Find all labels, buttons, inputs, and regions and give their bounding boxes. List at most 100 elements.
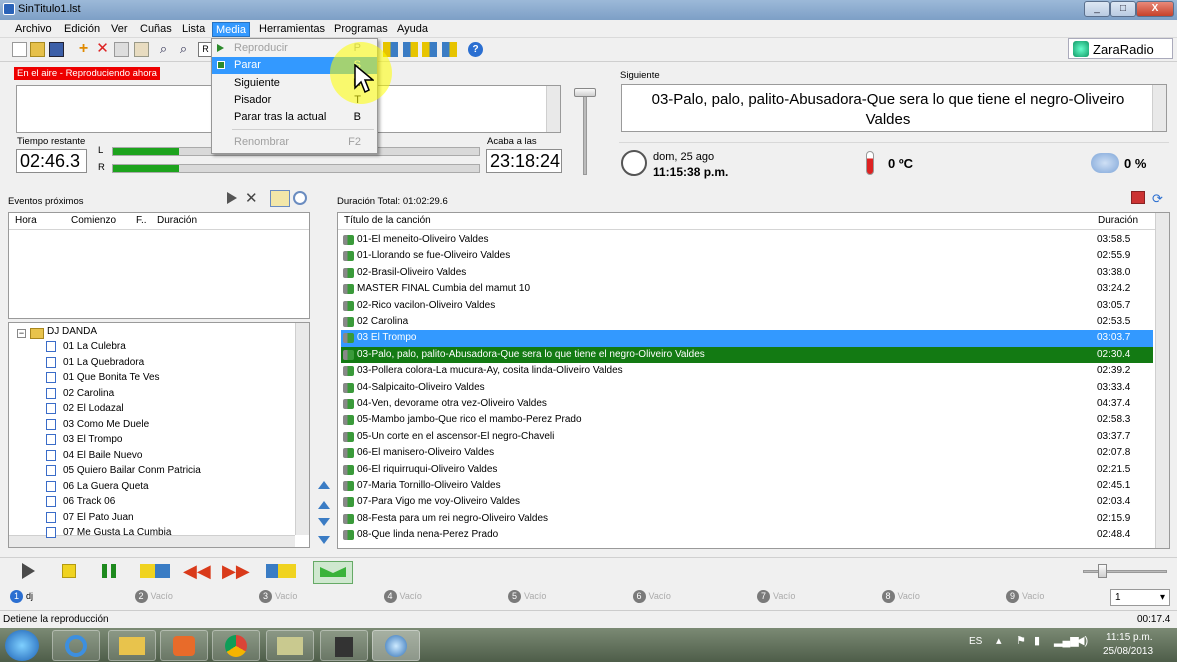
taskbar-app[interactable] xyxy=(266,630,314,661)
move-down-icon[interactable] xyxy=(318,518,330,526)
playlist-row[interactable]: 03 El Trompo 03:03.7 xyxy=(341,330,1153,347)
taskbar-camera[interactable] xyxy=(320,630,368,661)
stop-button[interactable] xyxy=(58,561,82,581)
tree-collapse-toggle[interactable]: − xyxy=(17,329,26,338)
menu-ayuda[interactable]: Ayuda xyxy=(394,22,431,37)
menu-media[interactable]: Media xyxy=(212,22,250,37)
volume-slider-thumb[interactable] xyxy=(574,88,596,97)
cart-slot[interactable]: 6 Vacío xyxy=(632,590,671,603)
delete-icon[interactable]: ✕ xyxy=(95,41,110,57)
pause-button[interactable] xyxy=(98,561,122,581)
col-f[interactable]: F.. xyxy=(136,213,147,229)
tray-volume-icon[interactable]: ◀) xyxy=(1076,634,1088,647)
tree-root[interactable]: DJ DANDA xyxy=(47,326,97,337)
next-scrollbar[interactable] xyxy=(1152,85,1166,131)
tray-network-icon[interactable]: ▂▄▆ xyxy=(1054,634,1079,647)
now-playing-scrollbar[interactable] xyxy=(546,86,560,132)
playlist-row[interactable]: 06-El riquirruqui-Oliveiro Valdes 02:21.5 xyxy=(341,462,1153,479)
playlist-row[interactable]: 03-Palo, palo, palito-Abusadora-Que sera… xyxy=(341,346,1153,364)
playlist-row[interactable]: 02 Carolina 02:53.5 xyxy=(341,314,1153,331)
taskbar-ie[interactable] xyxy=(52,630,100,661)
language-indicator[interactable]: ES xyxy=(969,636,982,647)
cart-slot[interactable]: 3 Vacío xyxy=(259,590,297,603)
menu-archivo[interactable]: Archivo xyxy=(12,22,55,37)
taskbar-zararadio[interactable] xyxy=(372,630,420,661)
menu-item-renombrar[interactable]: Renombrar F2 xyxy=(212,134,377,151)
rewind-button[interactable]: ◀◀ xyxy=(183,561,213,581)
menu-herramientas[interactable]: Herramientas xyxy=(256,22,328,37)
paste-icon[interactable] xyxy=(134,42,149,57)
event-edit-icon[interactable] xyxy=(270,190,290,207)
insert-end-icon[interactable] xyxy=(442,42,457,57)
new-file-icon[interactable] xyxy=(12,42,27,57)
move-top-icon[interactable] xyxy=(318,481,330,489)
cart-slot[interactable]: 1 dj xyxy=(10,590,33,603)
playlist-row[interactable]: 01-Llorando se fue-Oliveiro Valdes 02:55.… xyxy=(341,248,1153,265)
slot-select[interactable]: 1 ▾ xyxy=(1110,589,1170,606)
move-bottom-icon[interactable] xyxy=(318,536,330,544)
cart-slot[interactable]: 5 Vacío xyxy=(508,590,546,603)
tray-flag-icon[interactable]: ⚑ xyxy=(1016,634,1026,647)
taskbar-media-player[interactable] xyxy=(160,630,208,661)
playlist-row[interactable]: 05-Mambo jambo-Que rico el mambo-Perez P… xyxy=(341,412,1153,429)
play-button[interactable] xyxy=(18,561,42,581)
playlist-row[interactable]: 08-Festa para um rei negro-Oliveiro Vald… xyxy=(341,511,1153,528)
close-button[interactable]: X xyxy=(1136,1,1174,17)
tray-show-hidden-icon[interactable]: ▴ xyxy=(996,634,1002,647)
playlist-row[interactable]: 02-Rico vacilon-Oliveiro Valdes 03:05.7 xyxy=(341,298,1153,315)
play-event-icon[interactable] xyxy=(227,192,237,204)
move-up-icon[interactable] xyxy=(318,501,330,509)
menu-item-parar-tras-actual[interactable]: Parar tras la actual B xyxy=(212,109,377,126)
copy-icon[interactable] xyxy=(114,42,129,57)
minimize-button[interactable]: _ xyxy=(1084,1,1110,17)
save-icon[interactable] xyxy=(49,42,64,57)
col-hora[interactable]: Hora xyxy=(15,213,37,229)
tray-battery-icon[interactable]: ▮ xyxy=(1034,634,1040,647)
open-folder-icon[interactable] xyxy=(30,42,45,57)
menu-edicion[interactable]: Edición xyxy=(61,22,103,37)
search-icon[interactable]: ⌕ xyxy=(156,42,171,57)
insert-cue-icon[interactable] xyxy=(422,42,437,57)
next-track-button[interactable] xyxy=(138,561,174,581)
start-button[interactable] xyxy=(5,630,39,661)
playlist-row[interactable]: 05-Un corte en el ascensor-El negro-Chav… xyxy=(341,429,1153,446)
refresh-icon[interactable]: ⟳ xyxy=(1152,191,1163,207)
playlist-row[interactable]: 04-Salpicaito-Oliveiro Valdes 03:33.4 xyxy=(341,380,1153,397)
menu-ver[interactable]: Ver xyxy=(108,22,131,37)
col-title[interactable]: Título de la canción xyxy=(344,213,431,229)
tree-scrollbar-v[interactable] xyxy=(295,323,309,535)
playlist-row[interactable]: 07-Maria Tornillo-Oliveiro Valdes 02:45.1 xyxy=(341,478,1153,495)
menu-lista[interactable]: Lista xyxy=(179,22,208,37)
col-comienzo[interactable]: Comienzo xyxy=(71,213,116,229)
fast-forward-button[interactable]: ▶▶ xyxy=(222,561,252,581)
find-replace-icon[interactable]: ⌕ xyxy=(176,42,191,57)
cart-slot[interactable]: 2 Vacío xyxy=(134,590,173,603)
cart-slot[interactable]: 4 Vacío xyxy=(383,590,422,603)
pitch-slider-thumb[interactable] xyxy=(1098,564,1107,578)
delete-event-icon[interactable]: ✕ xyxy=(245,189,258,207)
playlist-row[interactable]: 01-El meneito-Oliveiro Valdes 03:58.5 xyxy=(341,232,1153,249)
playlist-row[interactable]: 04-Ven, devorame otra vez-Oliveiro Valde… xyxy=(341,396,1153,413)
playlist-scrollbar[interactable] xyxy=(1155,213,1169,548)
playlist-row[interactable]: 06-El manisero-Oliveiro Valdes 02:07.8 xyxy=(341,445,1153,462)
taskbar-chrome[interactable] xyxy=(212,630,260,661)
maximize-button[interactable]: □ xyxy=(1110,1,1136,17)
playlist-row[interactable]: 07-Para Vigo me voy-Oliveiro Valdes 02:03… xyxy=(341,494,1153,511)
taskbar-explorer[interactable] xyxy=(108,630,156,661)
playlist-row[interactable]: MASTER FINAL Cumbia del mamut 10 03:24.2 xyxy=(341,281,1153,298)
playlist-row[interactable]: 08-Que linda nena-Perez Prado 02:48.4 xyxy=(341,527,1153,544)
cart-slot[interactable]: 9 Vacío xyxy=(1006,590,1044,603)
autoplay-toggle[interactable] xyxy=(313,561,353,584)
help-icon[interactable]: ? xyxy=(468,42,483,57)
event-clock-icon[interactable] xyxy=(293,191,307,205)
playlist-row[interactable]: 02-Brasil-Oliveiro Valdes 03:38.0 xyxy=(341,265,1153,282)
menu-cunas[interactable]: Cuñas xyxy=(137,22,175,37)
menu-programas[interactable]: Programas xyxy=(331,22,391,37)
cart-slot[interactable]: 8 Vacío xyxy=(881,590,920,603)
cart-slot[interactable]: 7 Vacío xyxy=(757,590,795,603)
insert-after-icon[interactable] xyxy=(403,42,418,57)
col-duration[interactable]: Duración xyxy=(1098,213,1138,229)
playlist-row[interactable]: 03-Pollera colora-La mucura-Ay, cosita l… xyxy=(341,363,1153,380)
col-duracion[interactable]: Duración xyxy=(157,213,197,229)
print-icon[interactable] xyxy=(1131,191,1145,204)
